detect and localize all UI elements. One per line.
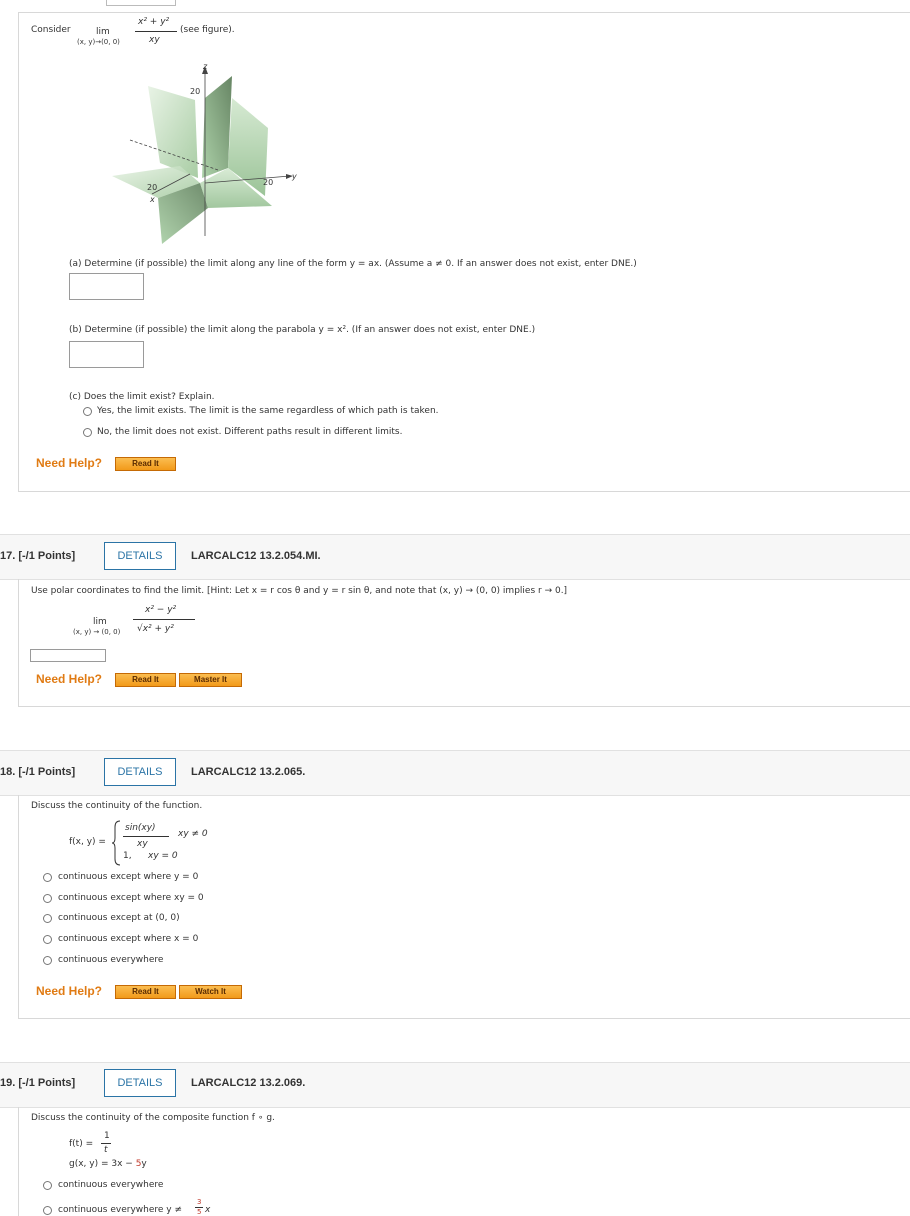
need-help-label: Need Help?	[36, 456, 103, 470]
q18-details-button[interactable]: DETAILS	[104, 758, 176, 786]
q18-case2-value: 1,	[123, 851, 132, 861]
part-b-text: (b) Determine (if possible) the limit al…	[69, 325, 536, 335]
limit-numerator: x² + y²	[138, 17, 170, 27]
q19-g-prefix: g(x, y) = 3x −	[69, 1159, 136, 1169]
q19-ft-numerator: 1	[104, 1131, 110, 1141]
surface-sheet-upper-left	[148, 86, 198, 178]
part-c-option-yes-radio[interactable]	[83, 407, 92, 416]
q19-option-2-tail: x	[205, 1205, 211, 1215]
limit-operator: lim	[96, 27, 110, 37]
q18-watch-it-button[interactable]: Watch It	[179, 985, 242, 999]
limit-denominator: xy	[149, 35, 160, 45]
q18-case1-numerator: sin(xy)	[125, 823, 156, 833]
q17-numerator: x² − y²	[145, 605, 177, 615]
q18-number: 18. [-/1 Points]	[0, 766, 76, 778]
q18-prompt: Discuss the continuity of the function.	[31, 801, 203, 811]
q19-ft-lhs: f(t) =	[69, 1139, 94, 1149]
q18-case2-condition: xy = 0	[148, 851, 178, 861]
q19-code: LARCALC12 13.2.069.	[191, 1077, 306, 1089]
part-c-text: (c) Does the limit exist? Explain.	[69, 392, 215, 402]
q17-number: 17. [-/1 Points]	[0, 550, 76, 562]
q18-option-5-radio[interactable]	[43, 956, 52, 965]
q17-need-help-label: Need Help?	[36, 672, 103, 686]
q19-option-2-frac-den: 5	[197, 1208, 202, 1216]
q17-answer-input[interactable]	[30, 649, 106, 662]
q19-ft-fraction-bar	[101, 1143, 111, 1144]
surface-figure	[112, 66, 293, 244]
y-axis-label: y	[292, 172, 297, 181]
q17-denominator: √x² + y²	[137, 624, 174, 634]
q19-g-suffix: y	[141, 1159, 147, 1169]
part-a-text: (a) Determine (if possible) the limit al…	[69, 259, 637, 269]
consider-label: Consider	[31, 25, 71, 35]
part-c-option-no-radio[interactable]	[83, 428, 92, 437]
q18-case1-fraction-bar	[123, 836, 169, 837]
q19-option-2-radio[interactable]	[43, 1206, 52, 1215]
q18-piecewise-brace	[112, 820, 121, 866]
top-card-left-border	[18, 12, 19, 492]
x-axis-tick: 20	[147, 183, 158, 192]
q18-case1-condition: xy ≠ 0	[178, 829, 208, 839]
q19-option-1-label: continuous everywhere	[58, 1180, 164, 1190]
q17-details-button[interactable]: DETAILS	[104, 542, 176, 570]
limit-subscript: (x, y)→(0, 0)	[77, 38, 120, 46]
q19-option-2-label: continuous everywhere y ≠	[58, 1205, 183, 1215]
q17-limit-subscript: (x, y) → (0, 0)	[73, 628, 121, 636]
q17-bottom-border	[18, 706, 910, 707]
see-figure-text: (see figure).	[180, 25, 235, 35]
z-axis-label: z	[203, 62, 208, 71]
x-axis-label: x	[150, 195, 155, 204]
q18-bottom-border	[18, 1018, 910, 1019]
q19-g-definition: g(x, y) = 3x − 5y	[69, 1159, 147, 1169]
q18-read-it-button[interactable]: Read It	[115, 985, 176, 999]
q18-code: LARCALC12 13.2.065.	[191, 766, 306, 778]
q17-prompt: Use polar coordinates to find the limit.…	[31, 586, 568, 596]
q18-option-3-label: continuous except at (0, 0)	[58, 913, 180, 923]
part-c-option-no-label: No, the limit does not exist. Different …	[97, 427, 403, 437]
part-b-answer-input[interactable]	[69, 341, 144, 368]
q19-option-1-radio[interactable]	[43, 1181, 52, 1190]
q18-option-5-label: continuous everywhere	[58, 955, 164, 965]
q18-option-3-radio[interactable]	[43, 914, 52, 923]
top-card-border	[18, 12, 910, 13]
read-it-button[interactable]: Read It	[115, 457, 176, 471]
q17-code: LARCALC12 13.2.054.MI.	[191, 550, 321, 562]
q17-limit-operator: lim	[93, 617, 107, 627]
top-card-bottom-border	[18, 491, 910, 492]
q18-option-1-radio[interactable]	[43, 873, 52, 882]
fraction-bar	[135, 31, 177, 32]
q18-option-4-label: continuous except where x = 0	[58, 934, 199, 944]
z-axis-tick: 20	[190, 87, 201, 96]
q18-case1-denominator: xy	[137, 839, 148, 849]
part-c-option-yes-label: Yes, the limit exists. The limit is the …	[97, 406, 439, 416]
q19-number: 19. [-/1 Points]	[0, 1077, 76, 1089]
q18-option-2-label: continuous except where xy = 0	[58, 893, 204, 903]
surface-sheet-upper-right	[202, 76, 232, 178]
q19-ft-denominator: t	[104, 1145, 108, 1155]
q18-function-lhs: f(x, y) =	[69, 837, 106, 847]
q17-left-border	[18, 579, 19, 706]
q18-option-1-label: continuous except where y = 0	[58, 872, 199, 882]
q19-left-border	[18, 1107, 19, 1216]
y-axis-tick: 20	[263, 178, 274, 187]
q18-option-2-radio[interactable]	[43, 894, 52, 903]
part-a-answer-input[interactable]	[69, 273, 144, 300]
q18-need-help-label: Need Help?	[36, 984, 103, 998]
q18-left-border	[18, 795, 19, 1018]
q17-master-it-button[interactable]: Master It	[179, 673, 242, 687]
q19-details-button[interactable]: DETAILS	[104, 1069, 176, 1097]
q17-fraction-bar	[133, 619, 195, 620]
q18-option-4-radio[interactable]	[43, 935, 52, 944]
q17-read-it-button[interactable]: Read It	[115, 673, 176, 687]
q19-prompt: Discuss the continuity of the composite …	[31, 1113, 275, 1123]
q19-option-2-frac-num: 3	[197, 1198, 202, 1206]
previous-button-edge[interactable]	[106, 0, 176, 6]
